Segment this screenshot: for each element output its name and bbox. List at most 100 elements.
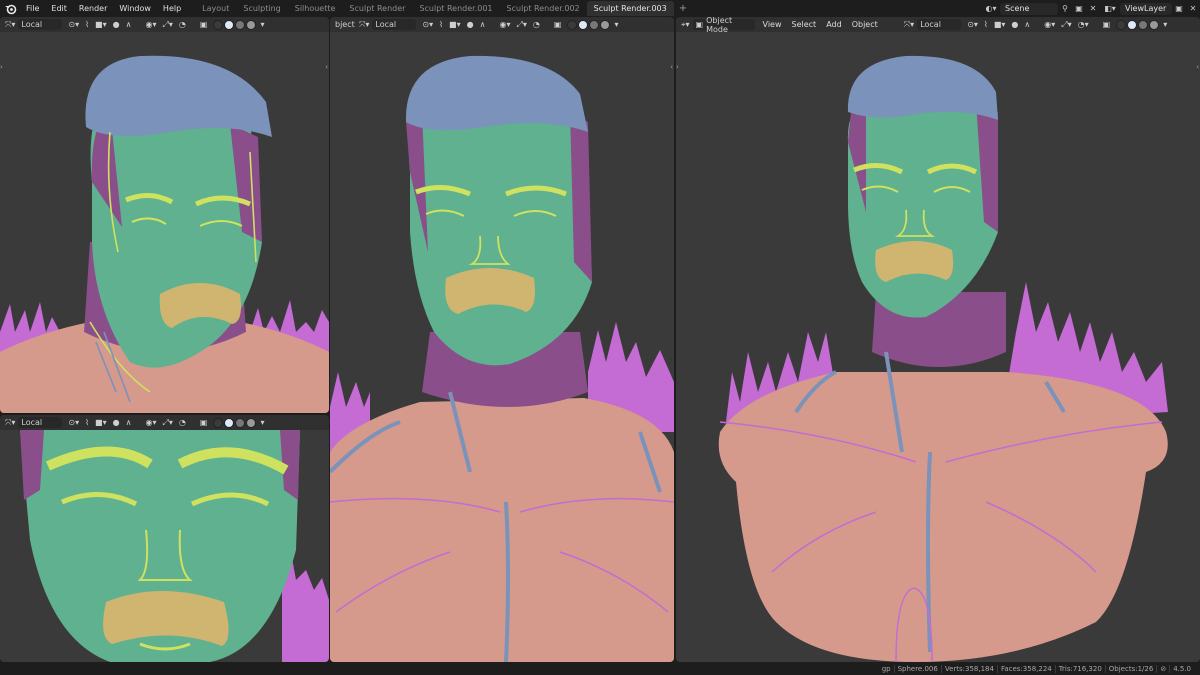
pivot-icon[interactable]: ⊙▾ <box>65 19 82 30</box>
pivot-icon[interactable]: ⊙▾ <box>419 19 436 30</box>
menu-select[interactable]: Select <box>787 20 822 29</box>
xray-icon[interactable]: ▣ <box>1100 19 1114 30</box>
solid-shading-icon[interactable] <box>224 19 235 30</box>
rendered-shading-icon[interactable] <box>246 417 257 428</box>
mode-dropdown[interactable]: bject <box>332 19 356 30</box>
visibility-icon[interactable]: ◉▾ <box>142 19 159 30</box>
orientation-dropdown[interactable]: Local <box>917 19 962 30</box>
menu-file[interactable]: File <box>20 0 45 17</box>
wireframe-shading-icon[interactable] <box>213 417 224 428</box>
viewport-right[interactable]: ⌖▾ ▣ Object Mode View Select Add Object … <box>676 17 1200 662</box>
material-shading-icon[interactable] <box>235 417 246 428</box>
falloff-icon[interactable]: ∧ <box>477 19 489 30</box>
new-view-layer-icon[interactable]: ▣ <box>1172 4 1186 13</box>
transform-orientation-icon[interactable]: ⤧▾ <box>356 19 372 30</box>
view-layer-field[interactable]: ViewLayer <box>1120 2 1172 15</box>
tab-sculpt-render-001[interactable]: Sculpt Render.001 <box>412 1 499 16</box>
scene-icon[interactable]: ◐▾ <box>982 4 1000 13</box>
tab-sculpt-render-002[interactable]: Sculpt Render.002 <box>500 1 587 16</box>
menu-add[interactable]: Add <box>821 20 847 29</box>
proportional-edit-icon[interactable]: ● <box>464 19 477 30</box>
visibility-icon[interactable]: ◉▾ <box>142 417 159 428</box>
snap-icon[interactable]: ⌇ <box>981 19 991 30</box>
tab-sculpt-render[interactable]: Sculpt Render <box>342 1 412 16</box>
wireframe-shading-icon[interactable] <box>567 19 578 30</box>
snap-icon[interactable]: ⌇ <box>82 417 92 428</box>
shading-options-icon[interactable]: ▾ <box>257 417 267 428</box>
pivot-icon[interactable]: ⊙▾ <box>964 19 981 30</box>
overlay-icon[interactable]: ◔▾ <box>1075 19 1092 30</box>
menu-render[interactable]: Render <box>73 0 113 17</box>
new-scene-icon[interactable]: ▣ <box>1072 4 1086 13</box>
editor-type-icon[interactable]: ⌖▾ <box>678 19 693 30</box>
proportional-edit-icon[interactable]: ● <box>1008 19 1021 30</box>
tab-layout[interactable]: Layout <box>195 1 236 16</box>
gizmo-icon[interactable]: ⤢▾ <box>159 19 175 30</box>
delete-scene-icon[interactable]: ✕ <box>1086 4 1100 13</box>
tab-sculpting[interactable]: Sculpting <box>236 1 287 16</box>
tab-silhouette[interactable]: Silhouette <box>288 1 343 16</box>
solid-shading-icon[interactable] <box>578 19 589 30</box>
view-layer-icon[interactable]: ◧▾ <box>1100 4 1120 13</box>
falloff-icon[interactable]: ∧ <box>123 19 135 30</box>
gizmo-icon[interactable]: ⤢▾ <box>1058 19 1074 30</box>
menu-window[interactable]: Window <box>113 0 157 17</box>
delete-view-layer-icon[interactable]: ✕ <box>1186 4 1200 13</box>
shading-options-icon[interactable]: ▾ <box>611 19 621 30</box>
menu-object[interactable]: Object <box>847 20 883 29</box>
overlay-icon[interactable]: ◔ <box>530 19 543 30</box>
proportional-edit-icon[interactable]: ● <box>110 19 123 30</box>
proportional-edit-icon[interactable]: ● <box>110 417 123 428</box>
shading-options-icon[interactable]: ▾ <box>257 19 267 30</box>
add-workspace-button[interactable]: + <box>674 3 692 14</box>
visibility-icon[interactable]: ◉▾ <box>1041 19 1058 30</box>
material-shading-icon[interactable] <box>1138 19 1149 30</box>
tab-sculpt-render-003[interactable]: Sculpt Render.003 <box>586 1 674 16</box>
viewport-middle[interactable]: bject ⤧▾ Local ⊙▾ ⌇ ■▾ ● ∧ ◉▾ ⤢▾ ◔ ▣ ▾ ‹ <box>330 17 674 662</box>
falloff-icon[interactable]: ∧ <box>1021 19 1033 30</box>
material-shading-icon[interactable] <box>235 19 246 30</box>
solid-shading-icon[interactable] <box>224 417 235 428</box>
snap-icon[interactable]: ⌇ <box>82 19 92 30</box>
transform-orientation-icon[interactable]: ⤧▾ <box>2 19 18 30</box>
scene-name-field[interactable]: Scene <box>1000 2 1058 15</box>
shading-options-icon[interactable]: ▾ <box>1160 19 1170 30</box>
snap-icon[interactable]: ⌇ <box>436 19 446 30</box>
white-square-icon[interactable]: ■▾ <box>92 19 110 30</box>
orientation-dropdown[interactable]: Local <box>18 417 63 428</box>
sculpt-render-view <box>0 55 329 413</box>
material-shading-icon[interactable] <box>589 19 600 30</box>
falloff-icon[interactable]: ∧ <box>123 417 135 428</box>
xray-icon[interactable]: ▣ <box>197 19 211 30</box>
gizmo-icon[interactable]: ⤢▾ <box>159 417 175 428</box>
viewport-top-left[interactable]: ⤧▾ Local ⊙▾ ⌇ ■▾ ● ∧ ◉▾ ⤢▾ ◔ ▣ ▾ › ‹ <box>0 17 329 413</box>
orientation-dropdown[interactable]: Local <box>18 19 63 30</box>
overlay-icon[interactable]: ◔ <box>176 19 189 30</box>
wireframe-shading-icon[interactable] <box>1116 19 1127 30</box>
white-square-icon[interactable]: ■▾ <box>991 19 1009 30</box>
overlay-icon[interactable]: ◔ <box>176 417 189 428</box>
blender-logo-icon[interactable] <box>2 1 18 17</box>
menu-view[interactable]: View <box>758 20 787 29</box>
orientation-dropdown[interactable]: Local <box>372 19 417 30</box>
xray-icon[interactable]: ▣ <box>551 19 565 30</box>
white-square-icon[interactable]: ■▾ <box>446 19 464 30</box>
xray-icon[interactable]: ▣ <box>197 417 211 428</box>
wireframe-shading-icon[interactable] <box>213 19 224 30</box>
rendered-shading-icon[interactable] <box>1149 19 1160 30</box>
mode-dropdown[interactable]: ▣ Object Mode <box>692 17 755 34</box>
pivot-icon[interactable]: ⊙▾ <box>65 417 82 428</box>
visibility-icon[interactable]: ◉▾ <box>496 19 513 30</box>
menu-edit[interactable]: Edit <box>45 0 73 17</box>
network-icon[interactable]: ⊘ <box>1156 664 1169 673</box>
rendered-shading-icon[interactable] <box>600 19 611 30</box>
transform-orientation-icon[interactable]: ⤧▾ <box>2 417 18 428</box>
menu-help[interactable]: Help <box>157 0 187 17</box>
viewport-bottom-left[interactable]: ⤧▾ Local ⊙▾ ⌇ ■▾ ● ∧ ◉▾ ⤢▾ ◔ ▣ ▾ <box>0 415 329 662</box>
pin-icon[interactable]: ⚲ <box>1058 4 1072 13</box>
transform-orientation-icon[interactable]: ⤧▾ <box>901 19 917 30</box>
white-square-icon[interactable]: ■▾ <box>92 417 110 428</box>
solid-shading-icon[interactable] <box>1127 19 1138 30</box>
gizmo-icon[interactable]: ⤢▾ <box>513 19 529 30</box>
rendered-shading-icon[interactable] <box>246 19 257 30</box>
